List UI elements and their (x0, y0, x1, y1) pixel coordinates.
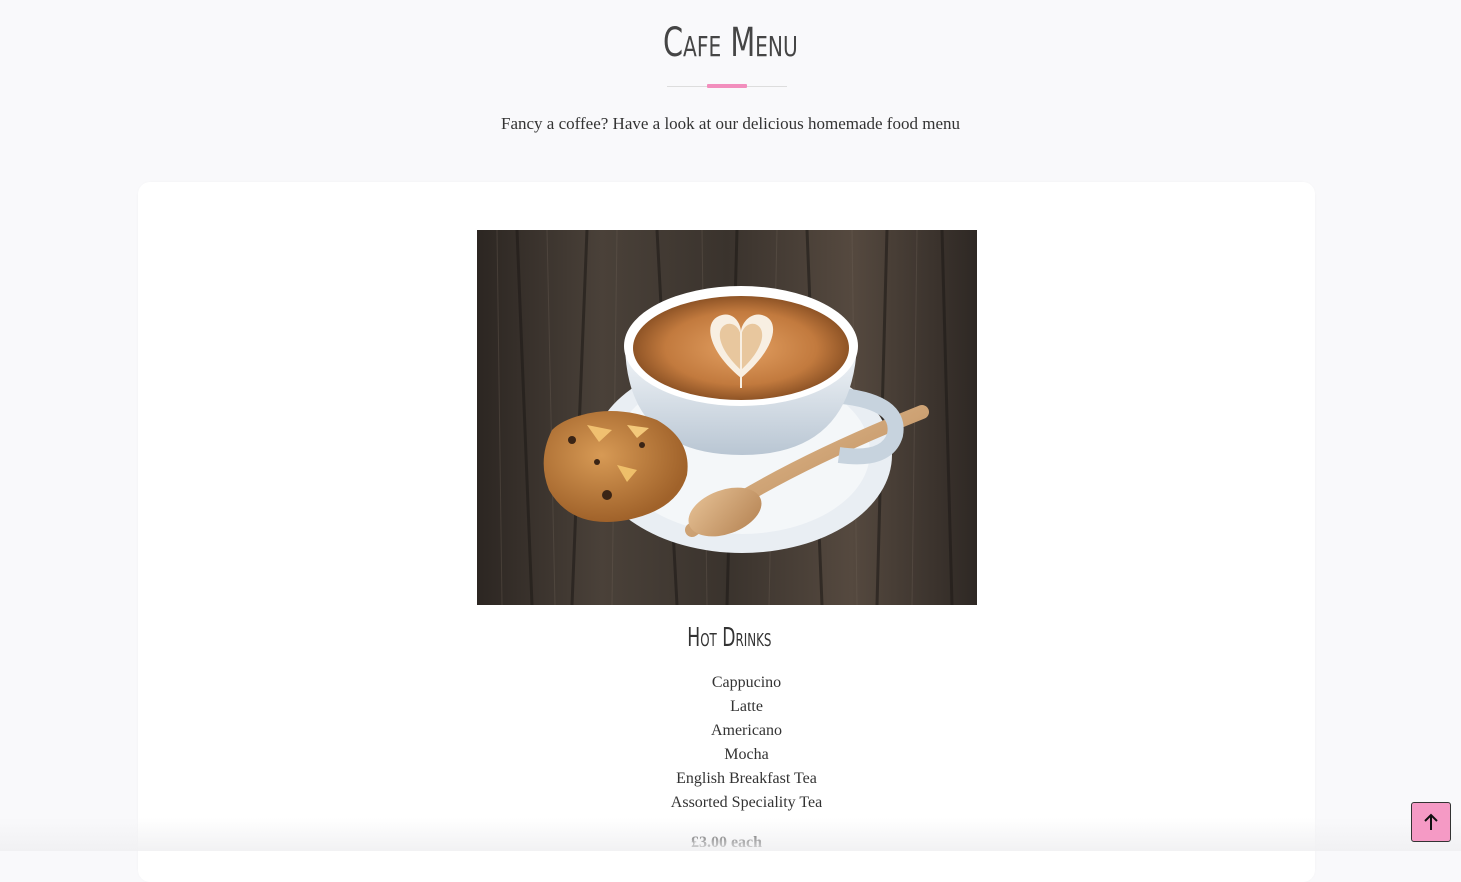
hot-drinks-photo (477, 230, 977, 605)
menu-item: English Breakfast Tea (676, 770, 817, 787)
latte-cookie-image (477, 230, 977, 605)
page-subtitle: Fancy a coffee? Have a look at our delic… (501, 114, 960, 133)
menu-card: Hot Drinks Cappucino Latte Americano Moc… (138, 182, 1315, 882)
title-divider-accent (707, 84, 747, 88)
menu-item: Latte (730, 698, 763, 715)
menu-item-list: Cappucino Latte Americano Mocha English … (138, 671, 1355, 815)
scroll-to-top-button[interactable] (1411, 802, 1451, 842)
menu-item: Mocha (724, 746, 769, 763)
menu-item: Cappucino (711, 674, 782, 691)
arrow-up-icon (1424, 813, 1438, 830)
page-title: Cafe Menu (662, 20, 798, 66)
menu-item: Americano (710, 722, 783, 739)
section-title: Hot Drinks (687, 623, 772, 653)
menu-item: Assorted Speciality Tea (670, 794, 823, 811)
